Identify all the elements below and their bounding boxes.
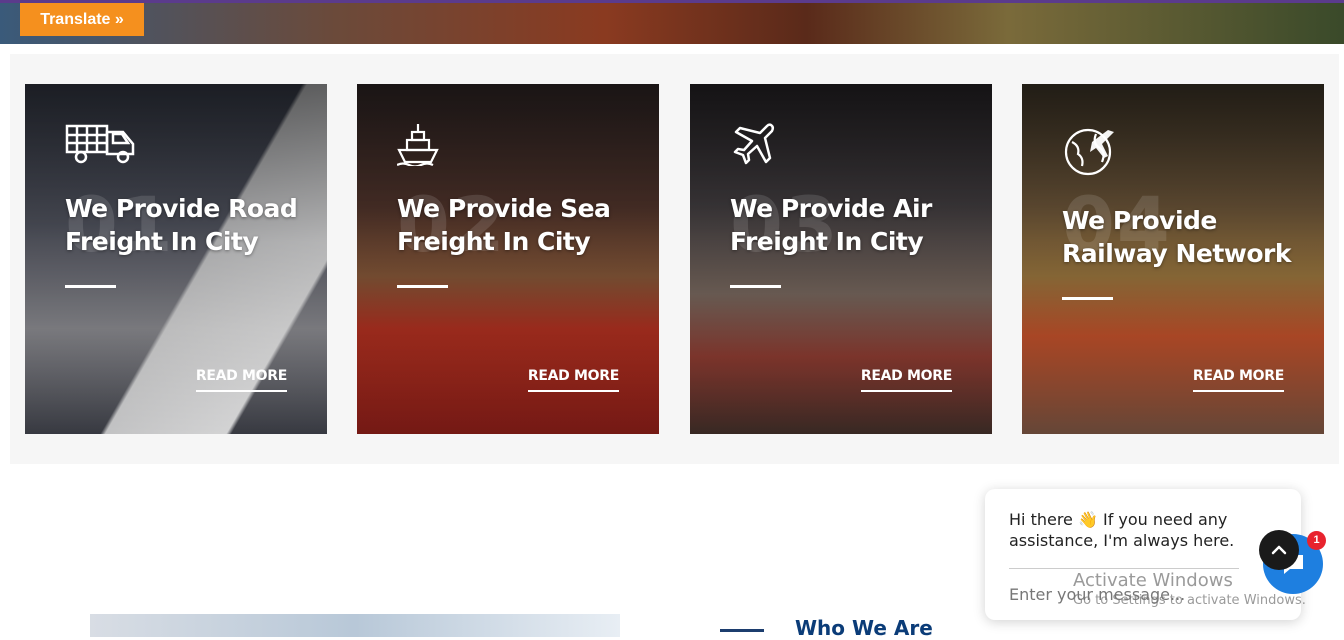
hero-image-strip — [0, 3, 1344, 44]
heading-accent-line — [720, 629, 764, 632]
watermark-subtitle: Go to Settings to activate Windows. — [1073, 593, 1306, 608]
chat-greeting: Hi there 👋 If you need any assistance, I… — [1009, 510, 1235, 550]
card-title: We Provide Air Freight In City — [730, 194, 932, 256]
read-more-link[interactable]: READ MORE — [527, 368, 619, 392]
card-title: We Provide Road Freight In City — [65, 194, 298, 256]
service-card-sea: 02 We Provide Sea Freight In City READ M… — [357, 84, 659, 434]
windows-activation-watermark: Activate Windows Go to Settings to activ… — [1073, 570, 1306, 608]
card-title: We Provide Sea Freight In City — [397, 194, 611, 256]
chevron-up-icon — [1271, 545, 1287, 555]
chat-notification-badge: 1 — [1307, 531, 1326, 550]
title-underline — [1062, 297, 1113, 300]
scroll-to-top-button[interactable] — [1259, 530, 1299, 570]
service-card-air: 03 We Provide Air Freight In City READ M… — [690, 84, 992, 434]
service-card-railway: 04 We Provide Railway Network READ MORE — [1022, 84, 1324, 434]
watermark-title: Activate Windows — [1073, 570, 1233, 591]
about-image — [90, 614, 620, 637]
airplane-icon — [730, 122, 806, 166]
read-more-link[interactable]: READ MORE — [860, 368, 952, 392]
translate-button[interactable]: Translate » — [20, 3, 144, 36]
title-underline — [730, 285, 781, 288]
chat-divider — [1009, 568, 1239, 569]
card-title: We Provide Railway Network — [1062, 206, 1292, 268]
about-heading: Who We Are — [795, 616, 933, 640]
globe-plane-icon — [1062, 122, 1138, 176]
service-card-road: 01 We Provide Road Freight In City READ … — [25, 84, 327, 434]
read-more-link[interactable]: READ MORE — [1192, 368, 1284, 392]
title-underline — [65, 285, 116, 288]
ship-icon — [396, 122, 473, 168]
read-more-link[interactable]: READ MORE — [195, 368, 287, 392]
title-underline — [397, 285, 448, 288]
truck-icon — [65, 122, 141, 166]
